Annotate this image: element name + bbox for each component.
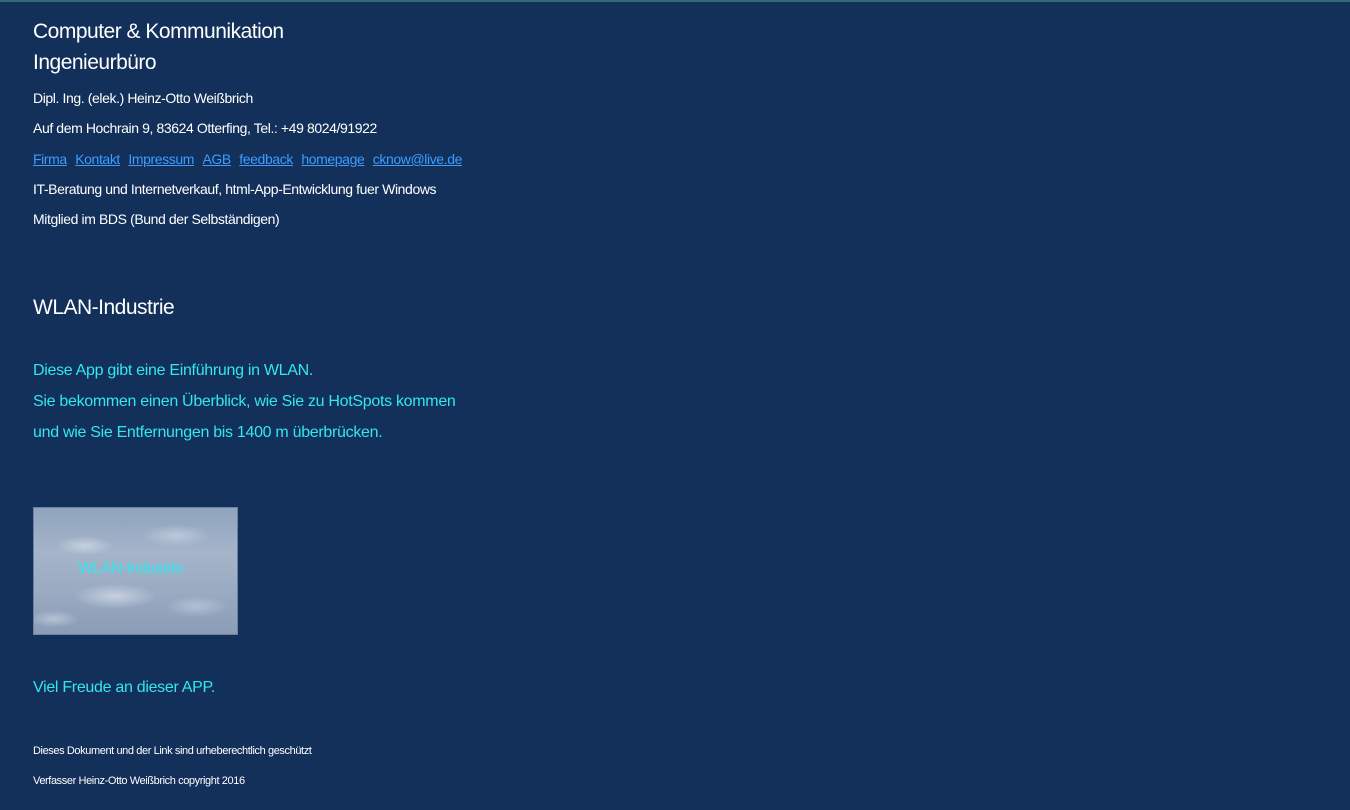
link-agb[interactable]: AGB: [202, 151, 231, 167]
page: Computer & Kommunikation Ingenieurbüro D…: [0, 0, 1350, 810]
link-firma[interactable]: Firma: [33, 151, 67, 167]
address-line: Auf dem Hochrain 9, 83624 Otterfing, Tel…: [33, 120, 377, 136]
link-feedback[interactable]: feedback: [239, 151, 293, 167]
intro-line-2: Sie bekommen einen Überblick, wie Sie zu…: [33, 393, 456, 410]
closing-message: Viel Freude an dieser APP.: [33, 679, 215, 696]
link-kontakt[interactable]: Kontakt: [75, 151, 120, 167]
intro-line-3: und wie Sie Entfernungen bis 1400 m über…: [33, 424, 383, 441]
services-line: IT-Beratung und Internetverkauf, html-Ap…: [33, 181, 437, 197]
link-impressum[interactable]: Impressum: [128, 151, 194, 167]
link-homepage[interactable]: homepage: [301, 151, 364, 167]
app-thumbnail-image[interactable]: WLAN-Industrie: [33, 507, 238, 635]
link-email[interactable]: cknow@live.de: [373, 151, 463, 167]
membership-line: Mitglied im BDS (Bund der Selbständigen): [33, 211, 280, 227]
company-name-line1: Computer & Kommunikation: [33, 20, 284, 43]
company-name-line2: Ingenieurbüro: [33, 51, 157, 74]
thumbnail-label: WLAN-Industrie: [78, 560, 183, 577]
intro-line-1: Diese App gibt eine Einführung in WLAN.: [33, 362, 314, 379]
copyright-note: Dieses Dokument und der Link sind urhebe…: [33, 745, 312, 757]
nav-links: Firma Kontakt Impressum AGB feedback hom…: [33, 151, 466, 169]
author-line: Verfasser Heinz-Otto Weißbrich copyright…: [33, 775, 245, 787]
owner-name: Dipl. Ing. (elek.) Heinz-Otto Weißbrich: [33, 90, 253, 106]
page-title: WLAN-Industrie: [33, 296, 175, 319]
